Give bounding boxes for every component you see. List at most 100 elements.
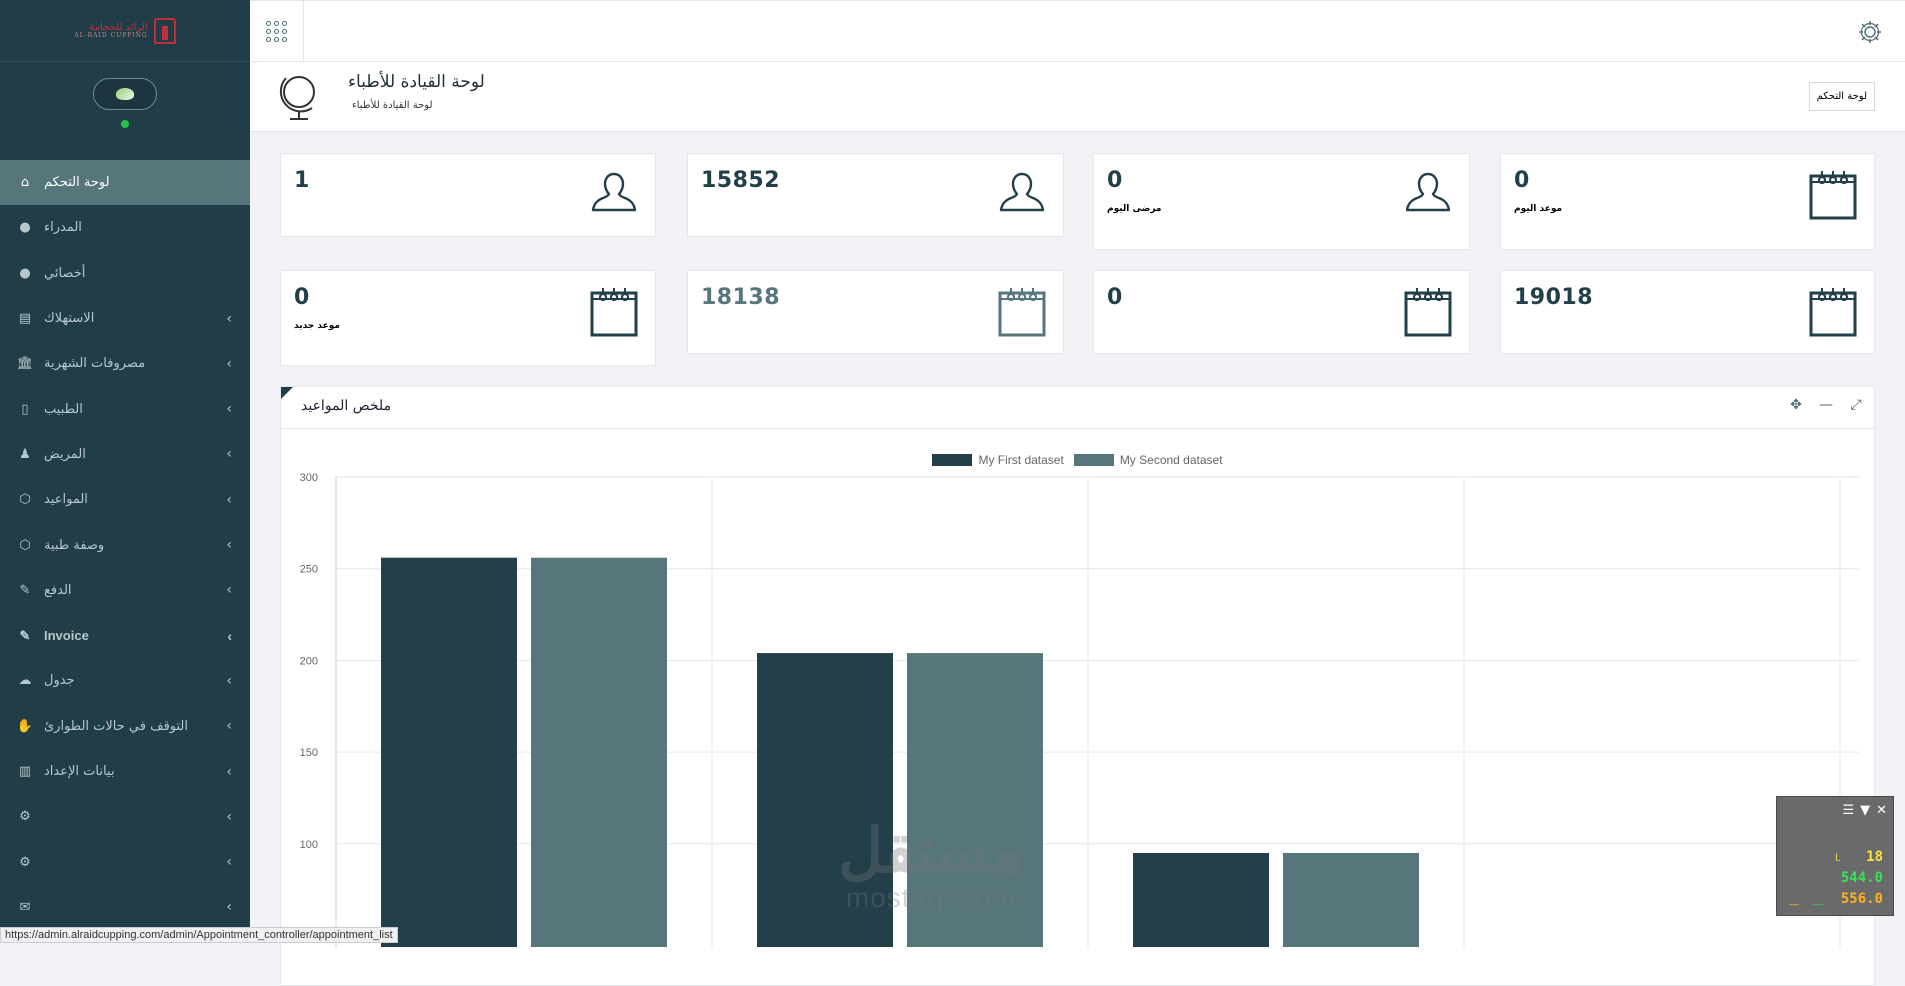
sidebar-item-15[interactable]: ⚙ ‹ bbox=[0, 839, 250, 884]
gear-icon bbox=[1859, 21, 1881, 43]
stat-value: 18138 bbox=[701, 285, 781, 310]
brand-sub: AL-RAID CUPPING bbox=[74, 31, 148, 39]
page-title: لوحة القيادة للأطباء bbox=[348, 72, 485, 92]
gears-icon: ⚙ bbox=[19, 854, 31, 870]
envelope-icon: ✉ bbox=[19, 899, 31, 915]
watermark: مستقل mostaql.com bbox=[838, 820, 1024, 914]
sidebar-item-9[interactable]: ✎ الدفع ‹ bbox=[0, 568, 250, 613]
collapse-icon[interactable]: ▼ bbox=[1860, 803, 1870, 818]
sidebar-item-1[interactable]: ● المدراء bbox=[0, 205, 250, 250]
apps-menu-button[interactable] bbox=[250, 1, 304, 61]
stat-label: موعد اليوم bbox=[1514, 204, 1563, 214]
sidebar-item-label: المواعيد bbox=[44, 492, 88, 508]
avatar[interactable] bbox=[93, 78, 157, 110]
bank-icon: 🏛 bbox=[16, 356, 34, 372]
chevron-left-icon: ‹ bbox=[226, 718, 232, 735]
stat-card[interactable]: 0 مرضى اليوم bbox=[1093, 153, 1470, 250]
stat-value: 0 bbox=[294, 285, 310, 310]
sidebar-item-11[interactable]: ☁ جدول ‹ bbox=[0, 658, 250, 703]
sidebar-item-label: لوحة التحكم bbox=[44, 175, 110, 191]
stat-card[interactable]: 15852 bbox=[687, 153, 1064, 237]
chevron-left-icon: ‹ bbox=[226, 808, 232, 825]
stat-value: 19018 bbox=[1514, 285, 1594, 310]
sidebar-item-16[interactable]: ✉ ‹ bbox=[0, 885, 250, 930]
person-icon: ♟ bbox=[19, 446, 31, 462]
chevron-left-icon: ‹ bbox=[226, 310, 232, 327]
sidebar-item-12[interactable]: ✋ التوقف في حالات الطوارئ ‹ bbox=[0, 704, 250, 749]
document-icon: ▯ bbox=[21, 401, 29, 417]
breadcrumb-dashboard-button[interactable]: لوحة التحكم bbox=[1808, 82, 1875, 111]
sidebar-item-2[interactable]: ● أخصائي bbox=[0, 251, 250, 296]
bar-1-0 bbox=[381, 557, 517, 947]
sidebar-item-14[interactable]: ⚙ ‹ bbox=[0, 794, 250, 839]
sidebar-item-label: الاستهلاك bbox=[44, 311, 95, 327]
sidebar-item-6[interactable]: ♟ المريض ‹ bbox=[0, 432, 250, 477]
topbar bbox=[250, 0, 1905, 62]
sidebar-item-label: أخصائي bbox=[44, 265, 86, 281]
bar-chart-icon: ▥ bbox=[18, 764, 32, 779]
sidebar-item-label: المدراء bbox=[44, 220, 82, 236]
calculator-icon: ▤ bbox=[18, 311, 32, 327]
sidebar-item-8[interactable]: ⬡ وصفة طبية ‹ bbox=[0, 522, 250, 567]
chevron-left-icon: ‹ bbox=[227, 627, 232, 644]
chevron-left-icon: ‹ bbox=[226, 582, 232, 599]
sidebar-item-13[interactable]: ▥ بيانات الإعداد ‹ bbox=[0, 749, 250, 794]
stat-card[interactable]: 1 bbox=[280, 153, 656, 237]
bar-2-0 bbox=[531, 557, 667, 947]
menu-icon[interactable]: ☰ bbox=[1842, 803, 1854, 818]
page-header: لوحة القيادة للأطباء لوحة القيادة للأطبا… bbox=[250, 62, 1905, 132]
sidebar-item-label: Invoice bbox=[44, 628, 89, 644]
stat-value: 0 bbox=[1107, 285, 1123, 310]
widget-value-2: 544.0 bbox=[1840, 870, 1883, 886]
stat-card[interactable]: 0 موعد اليوم bbox=[1500, 153, 1875, 250]
bar-chart: 300 250 200 150 100 bbox=[300, 472, 1859, 947]
stat-value: 0 bbox=[1514, 168, 1530, 193]
sidebar-item-10[interactable]: ✎ Invoice ‹ bbox=[0, 613, 250, 658]
stat-value: 1 bbox=[294, 168, 310, 193]
stat-card[interactable]: 18138 bbox=[687, 270, 1064, 354]
paint-icon: ✎ bbox=[19, 627, 31, 643]
stat-card[interactable]: 0 bbox=[1093, 270, 1470, 354]
sidebar-item-0[interactable]: ⌂ لوحة التحكم bbox=[0, 160, 250, 206]
user-outline-icon bbox=[587, 168, 641, 222]
watermark-latin: mostaql.com bbox=[845, 882, 1016, 913]
brand-logo[interactable]: الرائد للحجامة AL-RAID CUPPING bbox=[0, 0, 250, 62]
calendar-icon bbox=[995, 285, 1049, 339]
bar-2-2 bbox=[1283, 852, 1419, 947]
settings-button[interactable] bbox=[1853, 15, 1887, 49]
paint-icon: ✎ bbox=[19, 582, 31, 598]
widget-symbol-1: ﺎ. bbox=[1835, 853, 1842, 864]
sidebar-item-7[interactable]: ⬡ المواعيد ‹ bbox=[0, 477, 250, 522]
sidebar-item-label: جدول bbox=[44, 673, 75, 689]
widget-dash-1: __ bbox=[1789, 895, 1799, 906]
chevron-left-icon: ‹ bbox=[226, 355, 232, 372]
sidebar-item-label: التوقف في حالات الطوارئ bbox=[44, 718, 188, 734]
user-icon: ● bbox=[19, 265, 31, 281]
chevron-left-icon: ‹ bbox=[226, 672, 232, 689]
sidebar-menu: ⌂ لوحة التحكم ● المدراء ● أخصائي ▤ الاستهلاك ‹ 🏛 م… bbox=[0, 160, 250, 930]
user-outline-icon bbox=[1401, 168, 1455, 222]
stat-card[interactable]: 19018 bbox=[1500, 270, 1875, 354]
stat-value: 0 bbox=[1107, 168, 1123, 193]
sidebar: الرائد للحجامة AL-RAID CUPPING ⌂ لوحة الت… bbox=[0, 0, 250, 943]
cube-icon: ⬡ bbox=[19, 492, 31, 508]
sidebar-item-5[interactable]: ▯ الطبيب ‹ bbox=[0, 386, 250, 431]
y-tick-label: 100 bbox=[300, 839, 318, 851]
page-subtitle: لوحة القيادة للأطباء bbox=[352, 100, 433, 111]
grid-dots-icon bbox=[266, 20, 287, 42]
stat-value: 15852 bbox=[701, 168, 781, 193]
floating-monitor-widget[interactable]: ☰ ▼ ✕ 18 ﺎ. 544.0 556.0 __ __ bbox=[1776, 796, 1894, 916]
watermark-arabic: مستقل bbox=[838, 814, 1024, 887]
calendar-icon bbox=[1806, 168, 1860, 222]
chevron-left-icon: ‹ bbox=[226, 491, 232, 508]
chevron-left-icon: ‹ bbox=[226, 401, 232, 418]
user-panel bbox=[0, 62, 250, 144]
sidebar-item-4[interactable]: 🏛 مصروفات الشهرية ‹ bbox=[0, 341, 250, 386]
cube-icon: ⬡ bbox=[19, 537, 31, 553]
sidebar-item-3[interactable]: ▤ الاستهلاك ‹ bbox=[0, 296, 250, 341]
close-icon[interactable]: ✕ bbox=[1876, 803, 1887, 818]
y-tick-label: 300 bbox=[300, 472, 318, 484]
chat-icon: ☁ bbox=[18, 673, 32, 689]
status-bar-url: https://admin.alraidcupping.com/admin/Ap… bbox=[0, 927, 398, 943]
stat-card[interactable]: 0 موعد جديد bbox=[280, 270, 656, 366]
